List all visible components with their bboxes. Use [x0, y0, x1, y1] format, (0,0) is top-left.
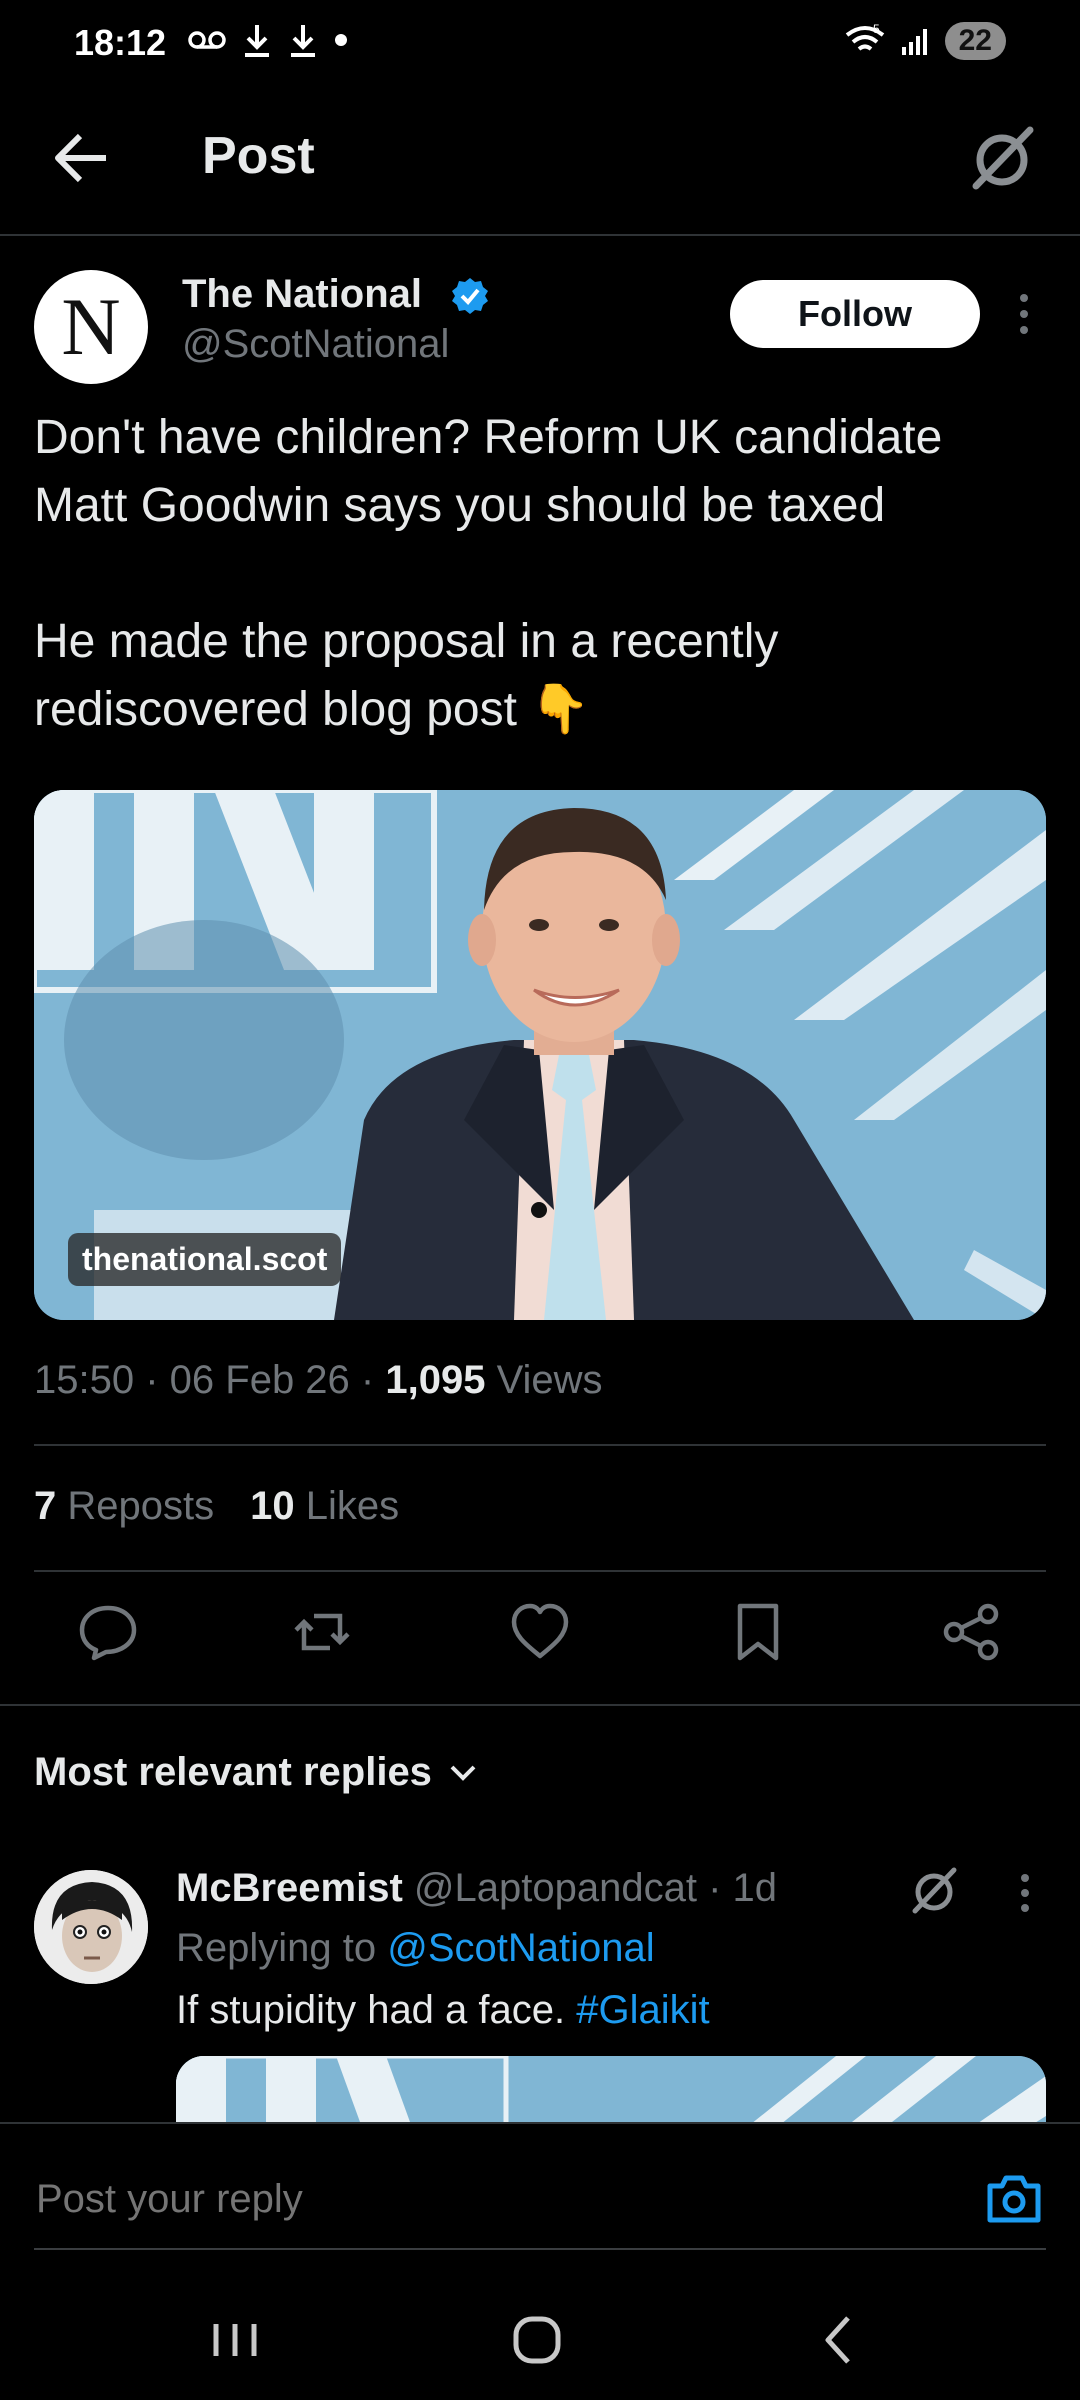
reply-author-handle[interactable]: @Laptopandcat: [414, 1866, 697, 1910]
svg-text:5: 5: [873, 23, 880, 36]
reply-avatar[interactable]: [34, 1870, 148, 1984]
repost-icon[interactable]: [290, 1600, 354, 1664]
status-bar: 18:12 5 22: [0, 0, 1080, 96]
more-options-icon[interactable]: [1010, 1872, 1040, 1914]
replying-to-line: Replying to @ScotNational: [176, 1926, 655, 1971]
replying-to-prefix: Replying to: [176, 1926, 377, 1970]
reposts-count: 7: [34, 1484, 57, 1528]
home-icon[interactable]: [502, 2310, 572, 2370]
reply-icon[interactable]: [76, 1600, 140, 1664]
more-options-icon[interactable]: [1008, 292, 1040, 336]
dot-icon: [335, 34, 347, 46]
replies-sort-dropdown[interactable]: Most relevant replies: [34, 1750, 478, 1795]
replies-sort-label: Most relevant replies: [34, 1750, 432, 1794]
like-icon[interactable]: [508, 1600, 572, 1664]
voicemail-icon: [188, 31, 226, 49]
reply-header: McBreemist @Laptopandcat · 1d: [176, 1866, 777, 1911]
back-arrow-icon[interactable]: [50, 126, 114, 190]
likes-stat[interactable]: 10 Likes: [250, 1484, 399, 1529]
reply-composer: [0, 2122, 1080, 2260]
views-count: 1,095: [385, 1358, 486, 1402]
reply-author-name[interactable]: McBreemist: [176, 1866, 403, 1910]
replying-to-link[interactable]: @ScotNational: [387, 1926, 654, 1970]
composer-underline: [34, 2248, 1046, 2250]
reply-separator: ·: [708, 1866, 722, 1910]
back-icon[interactable]: [804, 2310, 874, 2370]
author-handle[interactable]: @ScotNational: [182, 322, 449, 367]
reposts-label: Reposts: [67, 1484, 215, 1528]
status-time: 18:12: [74, 22, 167, 63]
wifi-icon: 5: [845, 23, 884, 51]
avatar-letter: N: [61, 281, 121, 372]
reply-input[interactable]: [34, 2176, 938, 2223]
system-navigation-bar: [0, 2270, 1080, 2400]
post-action-bar: [0, 1600, 1080, 1680]
bookmark-icon[interactable]: [726, 1600, 790, 1664]
post-time: 15:50: [34, 1358, 135, 1402]
follow-button[interactable]: Follow: [730, 280, 980, 348]
recent-apps-icon[interactable]: [200, 2310, 270, 2370]
reply-body: If stupidity had a face.: [176, 1988, 566, 2032]
likes-label: Likes: [305, 1484, 400, 1528]
author-name[interactable]: The National: [182, 272, 422, 317]
reply-text: If stupidity had a face. #Glaikit: [176, 1988, 710, 2033]
reposts-stat[interactable]: 7 Reposts: [34, 1484, 214, 1529]
download-icon: [291, 25, 315, 57]
grok-icon[interactable]: [906, 1862, 962, 1918]
download-icon: [245, 25, 269, 57]
post-date: 06 Feb 26: [169, 1358, 350, 1402]
post-text: Don't have children? Reform UK candidate…: [34, 411, 943, 736]
reply-hashtag[interactable]: #Glaikit: [576, 1988, 709, 2032]
post-meta: 15:50 · 06 Feb 26 · 1,095 Views: [34, 1358, 603, 1402]
status-left-icons: [188, 22, 348, 58]
divider: [34, 1444, 1046, 1446]
likes-count: 10: [250, 1484, 295, 1528]
avatar-illustration: [34, 1870, 148, 1984]
signal-icon: [901, 29, 927, 55]
status-right-icons: 5 22: [843, 22, 1006, 60]
chevron-down-icon: [450, 1765, 476, 1781]
share-icon[interactable]: [940, 1600, 1004, 1664]
battery-level: 22: [944, 22, 1006, 60]
link-card-image[interactable]: thenational.scot: [34, 790, 1046, 1320]
page-title: Post: [202, 127, 315, 185]
top-app-bar: Post: [0, 96, 1080, 236]
grok-icon[interactable]: [964, 120, 1040, 196]
link-domain-label: thenational.scot: [68, 1233, 342, 1286]
views-label: Views: [496, 1358, 603, 1402]
divider: [34, 1570, 1046, 1572]
author-avatar[interactable]: N: [34, 270, 148, 384]
reply-age: 1d: [732, 1866, 778, 1910]
verified-badge-icon: [452, 278, 488, 314]
section-divider: [0, 1704, 1080, 1706]
engagement-stats: 7 Reposts 10 Likes: [34, 1484, 399, 1529]
camera-icon[interactable]: [984, 2168, 1044, 2228]
